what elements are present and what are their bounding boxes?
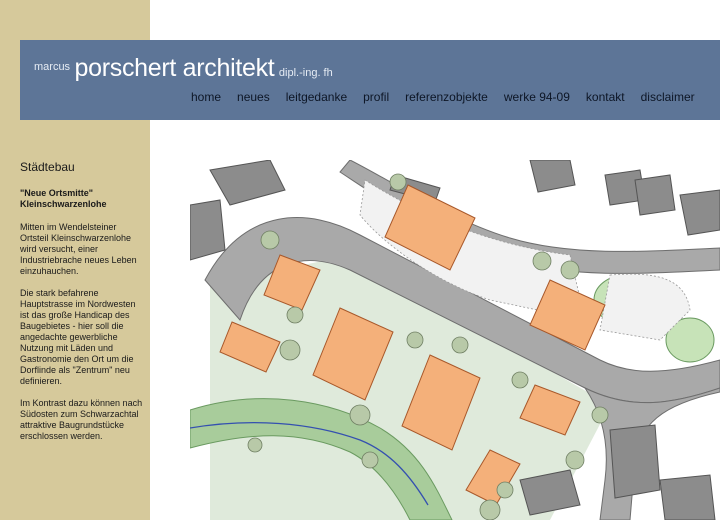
description-paragraph-3: Im Kontrast dazu können nach Südosten zu… <box>20 398 143 441</box>
nav-referenzobjekte[interactable]: referenzobjekte <box>405 90 488 104</box>
description-paragraph-1: Mitten im Wendelsteiner Ortsteil Kleinsc… <box>20 222 137 276</box>
description-paragraph-2: Die stark befahrene Hauptstrasse im Nord… <box>20 288 136 386</box>
site-header: marcus porschert architekt dipl.-ing. fh… <box>20 40 720 120</box>
project-title-line1: "Neue Ortsmitte" <box>20 188 94 198</box>
logo-first-name: marcus <box>34 61 71 73</box>
nav-neues[interactable]: neues <box>237 90 270 104</box>
nav-home[interactable]: home <box>191 90 221 104</box>
project-title: "Neue Ortsmitte" Kleinschwarzenlohe <box>20 188 146 210</box>
nav-leitgedanke[interactable]: leitgedanke <box>286 90 347 104</box>
section-heading: Städtebau <box>20 160 75 174</box>
sidebar-content: Städtebau "Neue Ortsmitte" Kleinschwarze… <box>20 160 146 453</box>
project-title-line2: Kleinschwarzenlohe <box>20 199 107 209</box>
site-plan-image <box>190 160 720 520</box>
site-logo[interactable]: marcus porschert architekt dipl.-ing. fh <box>34 54 333 83</box>
nav-werke[interactable]: werke 94-09 <box>504 90 570 104</box>
logo-title: porschert architekt <box>74 54 275 82</box>
main-nav: home neues leitgedanke profil referenzob… <box>191 90 695 104</box>
nav-disclaimer[interactable]: disclaimer <box>641 90 695 104</box>
logo-degree: dipl.-ing. fh <box>278 67 333 79</box>
nav-kontakt[interactable]: kontakt <box>586 90 625 104</box>
nav-profil[interactable]: profil <box>363 90 389 104</box>
